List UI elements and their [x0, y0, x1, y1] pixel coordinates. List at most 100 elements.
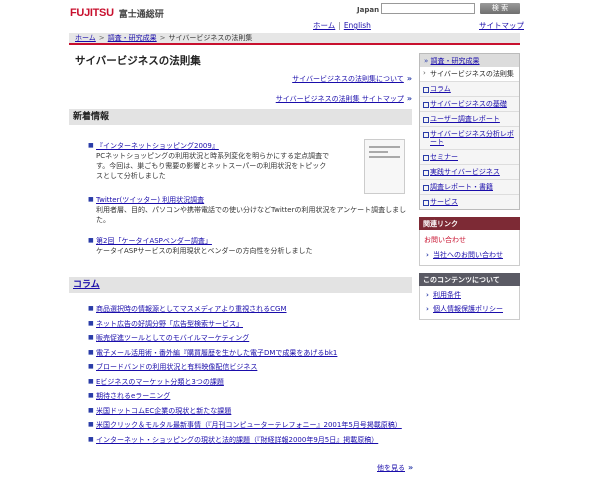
logo[interactable]: FUJITSU 富士通総研	[70, 6, 164, 20]
bullet-icon: ■	[88, 363, 94, 370]
bullet-icon: ■	[88, 305, 94, 312]
sidebar-item-link[interactable]: サービス	[430, 198, 458, 206]
column-link[interactable]: Eビジネスのマーケット分類と3つの課題	[96, 378, 224, 386]
about-link[interactable]: サイバービジネスの法則集について	[292, 75, 404, 83]
column-item: ■ ブロードバンドの利用状況と有料映像配信ビジネス	[88, 362, 418, 377]
page-title: サイバービジネスの法則集	[75, 55, 201, 67]
about-content-box: このコンテンツについて 利用条件 個人情報保護ポリシー	[419, 273, 520, 320]
sidebar-item[interactable]: サイバービジネス分析レポート	[420, 126, 519, 149]
sidebar-parent-link[interactable]: 調査・研究成果	[431, 57, 480, 65]
sidebar-item[interactable]: コラム	[420, 81, 519, 96]
intro-links: サイバービジネスの法則集について» サイバービジネスの法則集 サイトマップ»	[276, 69, 412, 109]
related-link-row: 当社へのお問い合わせ	[424, 248, 515, 262]
column-heading-link[interactable]: コラム	[73, 280, 100, 290]
sidebar-item-link[interactable]: サイバービジネス分析レポート	[430, 130, 514, 146]
fujitsu-logo: FUJITSU	[70, 7, 114, 19]
sidebar: » 調査・研究成果 サイバービジネスの法則集 コラム サイバービジネスの基礎 ユ…	[419, 53, 520, 320]
sidebar-item-link[interactable]: コラム	[430, 85, 451, 93]
sidebar-item-link[interactable]: 実践サイバービジネス	[430, 168, 500, 176]
sidebar-item[interactable]: セミナー	[420, 149, 519, 164]
about-content-heading: このコンテンツについて	[419, 273, 520, 286]
column-link[interactable]: 米国ドットコムEC企業の現状と新たな課題	[96, 407, 231, 415]
sidebar-item[interactable]: ユーザー調査レポート	[420, 111, 519, 126]
about-content-body: 利用条件 個人情報保護ポリシー	[419, 286, 520, 320]
column-item: ■ 期待されるeラーニング	[88, 391, 418, 406]
breadcrumb-home[interactable]: ホーム	[75, 33, 96, 43]
breadcrumb-separator: >	[159, 34, 166, 42]
bullet-icon: ■	[88, 435, 94, 443]
column-link[interactable]: インターネット・ショッピングの現状と法的課題（『財経詳報2000年9月5日』掲載…	[96, 436, 378, 444]
terms-link[interactable]: 利用条件	[433, 291, 461, 299]
privacy-policy-link[interactable]: 個人情報保護ポリシー	[433, 305, 503, 313]
content-link-row: 個人情報保護ポリシー	[424, 302, 515, 316]
sidebar-item-link[interactable]: 調査レポート・書籍	[430, 183, 493, 191]
company-name: 富士通総研	[118, 9, 164, 20]
bullet-icon: ■	[88, 392, 94, 399]
sidebar-item[interactable]: サービス	[420, 194, 519, 209]
news-item: ■ 第2回「ケータイASPベンダー調査」 ケータイASPサービスの利用現状とベン…	[88, 236, 418, 256]
column-item: ■ 販売促進ツールとしてのモバイルマーケティング	[88, 333, 418, 348]
column-item: ■ Eビジネスのマーケット分類と3つの課題	[88, 377, 418, 392]
column-link[interactable]: 電子メール活用術・番外編『購買履歴を生かした電子DMで成果をあげるbk1	[96, 349, 337, 357]
sitemap-link[interactable]: サイトマップ	[479, 20, 524, 31]
column-link[interactable]: 商品選択時の情報源としてマスメディアより重視されるCGM	[96, 305, 287, 313]
intro-link-row: サイバービジネスの法則集について»	[276, 69, 412, 89]
nav-home-link[interactable]: ホーム	[313, 20, 335, 31]
double-chevron-icon: »	[408, 463, 414, 472]
bullet-icon: ■	[88, 142, 94, 149]
column-link[interactable]: ブロードバンドの利用状況と有料映像配信ビジネス	[96, 363, 257, 371]
bullet-icon: ■	[88, 348, 94, 356]
section-sitemap-link[interactable]: サイバービジネスの法則集 サイトマップ	[276, 95, 404, 103]
breadcrumb-separator: >	[98, 34, 105, 42]
contact-subheading: お問い合わせ	[424, 236, 466, 244]
bullet-icon: ■	[88, 334, 94, 341]
search-button[interactable]: 検 索	[480, 3, 520, 14]
search-input[interactable]	[381, 3, 475, 14]
sidebar-item[interactable]: 調査レポート・書籍	[420, 179, 519, 194]
sidebar-current-item: サイバービジネスの法則集	[420, 67, 519, 81]
news-heading: 新着情報	[69, 109, 412, 125]
column-link[interactable]: 米国クリック＆モルタル最新事情（『月刊コンピューターテレフォニー』2001年5月…	[96, 421, 402, 429]
column-link[interactable]: 期待されるeラーニング	[96, 392, 170, 400]
sidebar-item[interactable]: 実践サイバービジネス	[420, 164, 519, 179]
double-chevron-icon: »	[406, 94, 412, 103]
site-header: FUJITSU 富士通総研 Japan 検 索 ホーム | English サイ…	[0, 0, 600, 33]
column-item: ■ 米国ドットコムEC企業の現状と新たな課題	[88, 406, 418, 421]
nav-english-link[interactable]: English	[344, 21, 371, 30]
breadcrumb-current: サイバービジネスの法則集	[168, 34, 253, 42]
bullet-icon: ■	[88, 237, 94, 244]
intro-link-row: サイバービジネスの法則集 サイトマップ»	[276, 89, 412, 109]
top-nav: ホーム | English	[313, 20, 371, 31]
news-description: 利用者層、目的、パソコンや携帯電話での使い分けなどTwitterの利用状況をアン…	[96, 206, 407, 224]
bullet-icon: ■	[88, 421, 94, 428]
sidebar-nav-head: » 調査・研究成果	[420, 54, 519, 67]
news-item: ■ Twitter(ツイッター) 利用状況調査 利用者層、目的、パソコンや携帯電…	[88, 195, 418, 225]
sidebar-item-link[interactable]: サイバービジネスの基礎	[430, 100, 507, 108]
bullet-icon: ■	[88, 319, 94, 327]
column-item: ■ ネット広告の好調分野「広告型検索サービス」	[88, 319, 418, 334]
bullet-icon: ■	[88, 196, 94, 203]
sidebar-item[interactable]: サイバービジネスの基礎	[420, 96, 519, 111]
bullet-icon: ■	[88, 406, 94, 414]
cover-line	[369, 156, 400, 158]
news-title-link[interactable]: Twitter(ツイッター) 利用状況調査	[96, 195, 418, 205]
double-chevron-icon: »	[406, 74, 412, 83]
column-item: ■ インターネット・ショッピングの現状と法的課題（『財経詳報2000年9月5日』掲…	[88, 435, 418, 450]
more-link[interactable]: 他を見る	[377, 464, 405, 472]
news-title-link[interactable]: 第2回「ケータイASPベンダー調査」	[96, 236, 418, 246]
contact-link[interactable]: 当社へのお問い合わせ	[433, 251, 503, 259]
region-label: Japan	[357, 6, 380, 14]
double-chevron-icon: »	[424, 57, 429, 65]
sidebar-nav: » 調査・研究成果 サイバービジネスの法則集 コラム サイバービジネスの基礎 ユ…	[419, 53, 520, 210]
breadcrumb-research[interactable]: 調査・研究成果	[108, 33, 157, 43]
bullet-icon: ■	[88, 377, 94, 385]
column-link[interactable]: 販売促進ツールとしてのモバイルマーケティング	[96, 334, 249, 342]
report-cover-image[interactable]	[364, 139, 405, 194]
column-heading: コラム	[69, 277, 412, 293]
sidebar-item-link[interactable]: セミナー	[430, 153, 458, 161]
column-link[interactable]: ネット広告の好調分野「広告型検索サービス」	[96, 320, 243, 328]
column-item: ■ 米国クリック＆モルタル最新事情（『月刊コンピューターテレフォニー』2001年5…	[88, 420, 418, 435]
cover-line	[369, 151, 388, 153]
more-link-row: 他を見る»	[377, 463, 413, 473]
sidebar-item-link[interactable]: ユーザー調査レポート	[430, 115, 500, 123]
